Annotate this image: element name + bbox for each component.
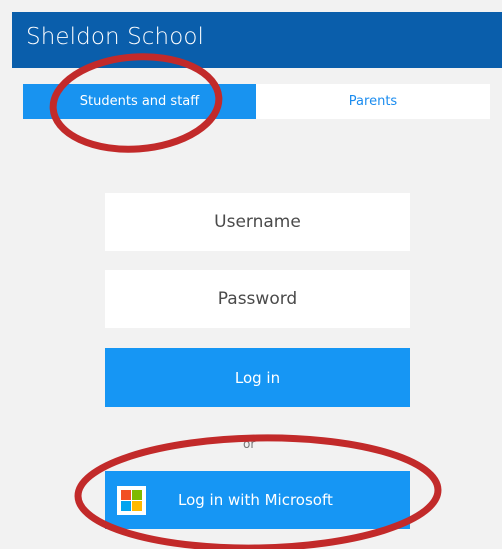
tab-parents[interactable]: Parents bbox=[256, 84, 490, 119]
username-input[interactable] bbox=[105, 193, 410, 251]
microsoft-button-label: Log in with Microsoft bbox=[178, 491, 333, 509]
tab-students-and-staff[interactable]: Students and staff bbox=[23, 84, 256, 119]
app-title: Sheldon School bbox=[26, 24, 205, 50]
password-input[interactable] bbox=[105, 270, 410, 328]
app-bar: Sheldon School bbox=[12, 12, 502, 68]
login-with-microsoft-button[interactable]: Log in with Microsoft bbox=[105, 471, 410, 529]
login-button[interactable]: Log in bbox=[105, 348, 410, 407]
or-divider-text: or bbox=[243, 437, 256, 451]
login-form: Log in bbox=[105, 193, 410, 407]
login-type-tabs: Students and staff Parents bbox=[23, 84, 490, 119]
microsoft-logo-icon bbox=[117, 486, 146, 515]
